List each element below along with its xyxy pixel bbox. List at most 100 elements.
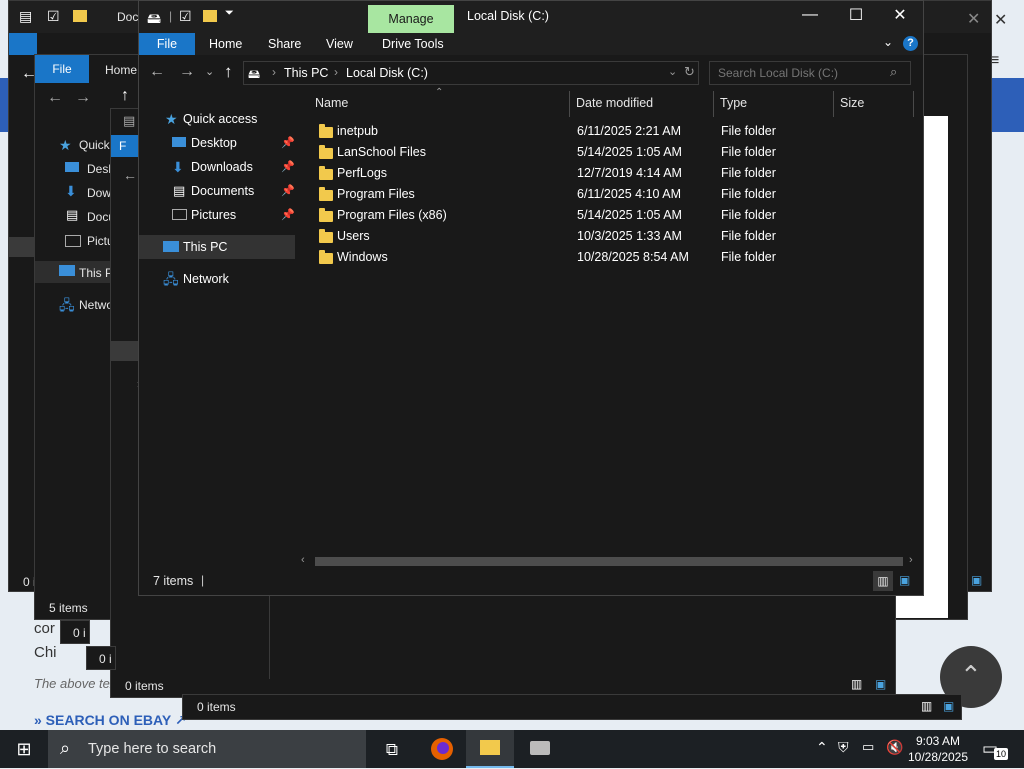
- close-icon[interactable]: ✕: [994, 10, 1014, 30]
- back-arrow-icon[interactable]: ←: [47, 89, 63, 107]
- close-button[interactable]: ✕: [885, 5, 915, 25]
- column-header-date-modified[interactable]: Date modified: [576, 96, 653, 110]
- column-separator[interactable]: [833, 91, 834, 117]
- forward-arrow-icon[interactable]: →: [75, 89, 91, 107]
- home-tab[interactable]: Home: [105, 63, 137, 77]
- help-icon[interactable]: ?: [903, 36, 918, 51]
- details-view-icon[interactable]: ▥: [873, 571, 893, 591]
- scroll-left-icon[interactable]: ‹: [301, 554, 305, 566]
- details-view-icon[interactable]: ▥: [851, 677, 862, 691]
- file-tab[interactable]: F: [111, 135, 139, 157]
- search-box[interactable]: ⌕: [709, 61, 911, 85]
- chevron-up-icon: ⌃: [960, 660, 982, 690]
- back-arrow-icon[interactable]: ←: [123, 167, 137, 183]
- pin-icon[interactable]: 📌: [281, 131, 295, 155]
- file-tab[interactable]: [9, 33, 37, 55]
- navigation-pane: ★ Quick access Desktop 📌 ⬇ Downloads 📌 ▤…: [139, 95, 299, 559]
- scrollbar-thumb[interactable]: [315, 557, 903, 566]
- nav-item-documents[interactable]: ▤ Documents 📌: [139, 179, 299, 203]
- breadcrumb-this-pc[interactable]: This PC: [284, 66, 328, 80]
- large-icons-view-icon[interactable]: ▣: [899, 573, 910, 587]
- chevron-up-icon[interactable]: ⌃: [816, 739, 828, 756]
- column-header-name[interactable]: Name: [315, 96, 348, 110]
- explorer-window-back-4[interactable]: 0 items ▥ ▣: [182, 694, 962, 720]
- app-taskbar-button[interactable]: [516, 730, 564, 768]
- security-icon[interactable]: ⛨: [838, 739, 849, 756]
- address-dropdown-icon[interactable]: ⌄: [668, 65, 677, 78]
- folder-icon: [73, 10, 87, 22]
- breadcrumb-local-disk[interactable]: Local Disk (C:): [346, 66, 428, 80]
- speaker-muted-icon[interactable]: 🔇: [886, 739, 903, 756]
- tab-view[interactable]: View: [326, 37, 353, 51]
- nav-item-quick-access[interactable]: Quick: [79, 138, 110, 152]
- explorer-window-back-6[interactable]: 0 i: [60, 620, 90, 644]
- nav-item-downloads[interactable]: ⬇ Downloads 📌: [139, 155, 299, 179]
- column-separator[interactable]: [713, 91, 714, 117]
- preview-view-icon[interactable]: ▣: [943, 699, 954, 713]
- taskbar-search-box[interactable]: ⌕ Type here to search: [48, 730, 366, 768]
- explorer-window-local-disk[interactable]: 🖴 | ☑ ⏷ Manage Local Disk (C:) — ☐ ✕ Fil…: [138, 0, 924, 596]
- tab-manage[interactable]: Manage: [368, 5, 454, 33]
- scroll-right-icon[interactable]: ›: [909, 554, 913, 566]
- file-row[interactable]: LanSchool Files 5/14/2025 1:05 AM File fol…: [297, 142, 917, 163]
- up-arrow-icon[interactable]: ↑: [121, 87, 129, 105]
- search-ebay-link[interactable]: » SEARCH ON EBAY ↗: [34, 712, 187, 729]
- pin-icon[interactable]: 📌: [281, 179, 295, 203]
- up-arrow-icon[interactable]: ↑: [224, 62, 233, 82]
- pin-icon[interactable]: 📌: [281, 155, 295, 179]
- new-folder-icon[interactable]: [203, 10, 217, 22]
- nav-item-downloads[interactable]: Dow: [87, 186, 111, 200]
- network-status-icon[interactable]: ▭: [862, 739, 874, 755]
- file-row[interactable]: Users 10/3/2025 1:33 AM File folder: [297, 226, 917, 247]
- customize-toolbar-dropdown-icon[interactable]: ⏷: [225, 7, 234, 20]
- refresh-icon[interactable]: ↻: [684, 64, 695, 80]
- expand-ribbon-icon[interactable]: ⌄: [883, 35, 893, 49]
- tab-drive-tools[interactable]: Drive Tools: [382, 37, 444, 51]
- nav-item-this-pc[interactable]: This PC: [139, 235, 295, 259]
- minimize-button[interactable]: —: [795, 6, 825, 24]
- clock[interactable]: 9:03 AM 10/28/2025: [906, 732, 970, 766]
- close-icon[interactable]: ✕: [967, 9, 980, 29]
- search-input[interactable]: [716, 64, 880, 82]
- file-tab[interactable]: File: [35, 55, 89, 83]
- preview-view-icon[interactable]: ▣: [971, 573, 982, 587]
- nav-item-desktop[interactable]: Desktop 📌: [139, 131, 299, 155]
- pin-icon[interactable]: 📌: [281, 203, 295, 227]
- file-row[interactable]: inetpub 6/11/2025 2:21 AM File folder: [297, 121, 917, 142]
- nav-item-pictures[interactable]: Pictures 📌: [139, 203, 299, 227]
- nav-item-quick-access[interactable]: ★ Quick access: [139, 107, 299, 131]
- nav-item-this-pc[interactable]: This P: [79, 266, 113, 280]
- file-row[interactable]: Program Files 6/11/2025 4:10 AM File folde…: [297, 184, 917, 205]
- task-view-button[interactable]: ⧉: [368, 730, 416, 768]
- tab-file[interactable]: File: [139, 33, 195, 55]
- tab-home[interactable]: Home: [209, 37, 242, 51]
- column-separator[interactable]: [569, 91, 570, 117]
- file-explorer-taskbar-button[interactable]: [466, 730, 514, 768]
- pictures-icon: [172, 209, 187, 220]
- file-name: Program Files: [337, 187, 415, 201]
- file-row[interactable]: PerfLogs 12/7/2019 4:14 AM File folder: [297, 163, 917, 184]
- explorer-window-back-5[interactable]: 0 i: [86, 646, 116, 670]
- column-separator[interactable]: [913, 91, 914, 117]
- column-header-type[interactable]: Type: [720, 96, 747, 110]
- address-bar[interactable]: 🖴 › This PC › Local Disk (C:) ⌄ ↻: [243, 61, 699, 85]
- start-button[interactable]: ⊞: [0, 730, 48, 768]
- details-view-icon[interactable]: ▥: [921, 699, 932, 713]
- firefox-taskbar-button[interactable]: [418, 730, 466, 768]
- notification-center-button[interactable]: ▭ 10: [982, 736, 1008, 762]
- tab-share[interactable]: Share: [268, 37, 301, 51]
- preview-view-icon[interactable]: ▣: [875, 677, 886, 691]
- properties-icon[interactable]: ☑: [179, 8, 192, 25]
- file-row[interactable]: Program Files (x86) 5/14/2025 1:05 AM File…: [297, 205, 917, 226]
- back-arrow-icon[interactable]: ←: [149, 63, 165, 81]
- column-header-size[interactable]: Size: [840, 96, 864, 110]
- search-icon[interactable]: ⌕: [890, 64, 897, 80]
- file-date: 10/3/2025 1:33 AM: [577, 229, 682, 243]
- horizontal-scrollbar[interactable]: ‹ ›: [297, 554, 923, 569]
- nav-item-network[interactable]: 🖧 Network: [139, 267, 299, 291]
- forward-arrow-icon[interactable]: →: [179, 63, 195, 81]
- file-row[interactable]: Windows 10/28/2025 8:54 AM File folder: [297, 247, 917, 268]
- maximize-button[interactable]: ☐: [841, 5, 871, 25]
- recent-locations-icon[interactable]: ⌄: [205, 65, 214, 78]
- nav-item-network[interactable]: Netwo: [79, 298, 113, 312]
